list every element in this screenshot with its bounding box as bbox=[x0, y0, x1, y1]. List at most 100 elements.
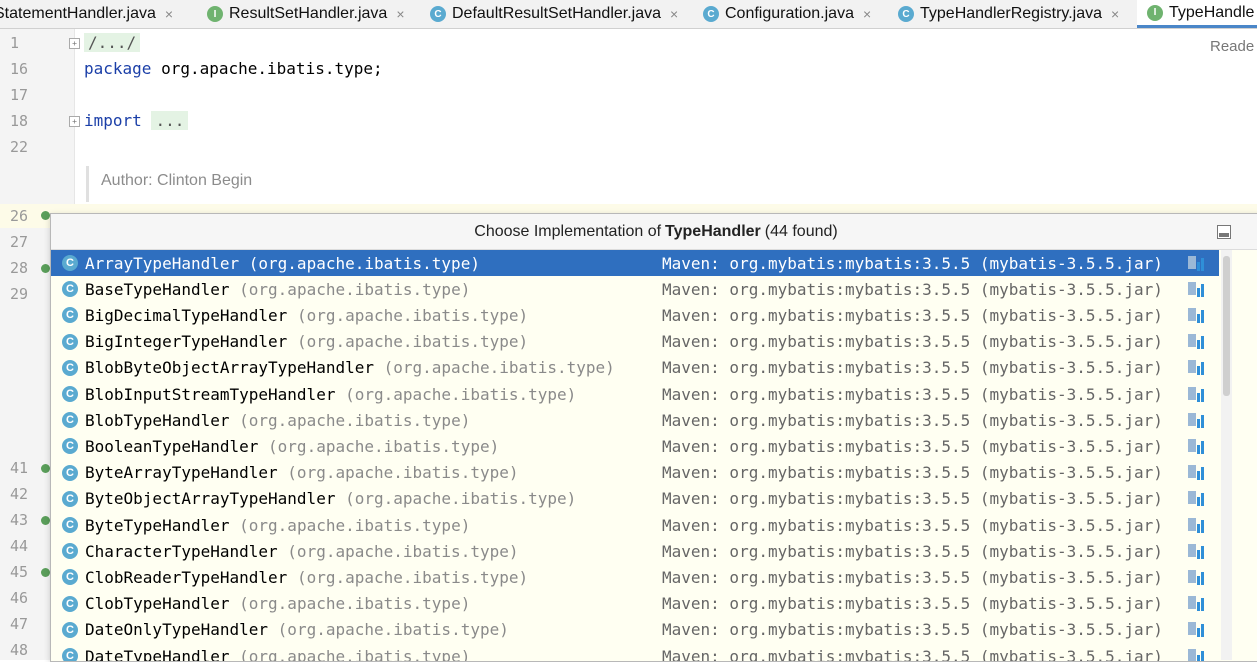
maven-source: Maven: org.mybatis:mybatis:3.5.5 (mybati… bbox=[662, 280, 1163, 299]
list-item[interactable]: C BigDecimalTypeHandler (org.apache.ibati… bbox=[51, 302, 1219, 328]
class-simple-name: BlobTypeHandler bbox=[85, 411, 230, 430]
class-simple-name: CharacterTypeHandler bbox=[85, 542, 278, 561]
list-item[interactable]: CDateTypeHandler (org.apache.ibatis.type… bbox=[51, 643, 1219, 662]
class-icon: C bbox=[62, 255, 78, 271]
scrollbar[interactable] bbox=[1221, 250, 1232, 660]
list-item[interactable]: CBaseTypeHandler (org.apache.ibatis.type… bbox=[51, 276, 1219, 302]
implemented-marker-icon[interactable] bbox=[41, 464, 50, 473]
library-jar-icon bbox=[1188, 413, 1206, 428]
class-icon: C bbox=[430, 6, 446, 22]
reader-mode-label[interactable]: Reade bbox=[1210, 38, 1254, 55]
class-icon: C bbox=[898, 6, 914, 22]
list-item[interactable]: CBooleanTypeHandler (org.apache.ibatis.t… bbox=[51, 433, 1219, 459]
keyword: package bbox=[84, 59, 151, 78]
line-number: 28 bbox=[10, 259, 34, 277]
class-name: ByteArrayTypeHandler (org.apache.ibatis.… bbox=[85, 463, 518, 482]
implemented-marker-icon[interactable] bbox=[41, 568, 50, 577]
list-item[interactable]: CDateOnlyTypeHandler (org.apache.ibatis.… bbox=[51, 617, 1219, 643]
list-item[interactable]: CByteArrayTypeHandler (org.apache.ibatis… bbox=[51, 460, 1219, 486]
tab-configuration[interactable]: C Configuration.java × bbox=[703, 0, 871, 28]
tab-statementhandler[interactable]: StatementHandler.java × bbox=[0, 0, 173, 28]
list-item[interactable]: CArrayTypeHandler (org.apache.ibatis.typ… bbox=[51, 250, 1219, 276]
class-name: ClobTypeHandler (org.apache.ibatis.type) bbox=[85, 594, 470, 613]
line-number: 29 bbox=[10, 285, 34, 303]
library-jar-icon bbox=[1188, 491, 1206, 506]
tab-resultsethandler[interactable]: I ResultSetHandler.java × bbox=[207, 0, 405, 28]
class-name: DateOnlyTypeHandler (org.apache.ibatis.t… bbox=[85, 620, 509, 639]
class-name: BigDecimalTypeHandler (org.apache.ibatis… bbox=[85, 306, 528, 325]
maven-source: Maven: org.mybatis:mybatis:3.5.5 (mybati… bbox=[662, 620, 1163, 639]
library-jar-icon bbox=[1188, 308, 1206, 323]
implemented-marker-icon[interactable] bbox=[41, 516, 50, 525]
class-package: (org.apache.ibatis.type) bbox=[287, 542, 518, 561]
class-simple-name: ByteArrayTypeHandler bbox=[85, 463, 278, 482]
class-name: BlobInputStreamTypeHandler (org.apache.i… bbox=[85, 385, 576, 404]
library-jar-icon bbox=[1188, 570, 1206, 585]
list-item[interactable]: CByteObjectArrayTypeHandler (org.apache.… bbox=[51, 486, 1219, 512]
list-item[interactable]: CCharacterTypeHandler (org.apache.ibatis… bbox=[51, 538, 1219, 564]
popup-title-prefix: Choose Implementation of bbox=[474, 223, 661, 241]
list-item[interactable]: CBlobByteObjectArrayTypeHandler (org.apa… bbox=[51, 355, 1219, 381]
close-icon[interactable]: × bbox=[165, 6, 173, 22]
maven-source: Maven: org.mybatis:mybatis:3.5.5 (mybati… bbox=[662, 332, 1163, 351]
class-package: (org.apache.ibatis.type) bbox=[297, 306, 528, 325]
class-icon: C bbox=[62, 569, 78, 585]
close-icon[interactable]: × bbox=[1111, 6, 1119, 22]
tab-defaultresultsethandler[interactable]: C DefaultResultSetHandler.java × bbox=[430, 0, 678, 28]
folded-comment[interactable]: /.../ bbox=[84, 33, 140, 52]
popup-title-count: (44 found) bbox=[765, 223, 838, 241]
tab-typehandler[interactable]: I TypeHandle bbox=[1137, 0, 1257, 28]
line-number: 26 bbox=[10, 207, 34, 225]
line-number: 42 bbox=[10, 485, 34, 503]
class-icon: C bbox=[62, 307, 78, 323]
pin-icon[interactable] bbox=[1217, 225, 1231, 239]
class-name: BigIntegerTypeHandler (org.apache.ibatis… bbox=[85, 332, 528, 351]
line-number: 41 bbox=[10, 459, 34, 477]
line-number: 48 bbox=[10, 641, 34, 659]
class-simple-name: ByteTypeHandler bbox=[85, 516, 230, 535]
tab-typehandlerregistry[interactable]: C TypeHandlerRegistry.java × bbox=[898, 0, 1119, 28]
class-name: BlobTypeHandler (org.apache.ibatis.type) bbox=[85, 411, 470, 430]
class-icon: C bbox=[62, 491, 78, 507]
line-number: 1 bbox=[10, 34, 34, 52]
close-icon[interactable]: × bbox=[396, 6, 404, 22]
list-item[interactable]: CClobReaderTypeHandler (org.apache.ibati… bbox=[51, 564, 1219, 590]
fold-toggle-icon[interactable]: + bbox=[69, 116, 80, 127]
line-number: 45 bbox=[10, 563, 34, 581]
list-item[interactable]: C ClobTypeHandler (org.apache.ibatis.type… bbox=[51, 591, 1219, 617]
close-icon[interactable]: × bbox=[863, 6, 871, 22]
library-jar-icon bbox=[1188, 282, 1206, 297]
maven-source: Maven: org.mybatis:mybatis:3.5.5 (mybati… bbox=[662, 594, 1163, 613]
line-number: 16 bbox=[10, 60, 34, 78]
list-item[interactable]: CBigIntegerTypeHandler (org.apache.ibati… bbox=[51, 329, 1219, 355]
fold-toggle-icon[interactable]: + bbox=[69, 38, 80, 49]
library-jar-icon bbox=[1188, 622, 1206, 637]
maven-source: Maven: org.mybatis:mybatis:3.5.5 (mybati… bbox=[662, 358, 1163, 377]
list-item[interactable]: CBlobTypeHandler (org.apache.ibatis.type… bbox=[51, 407, 1219, 433]
class-icon: C bbox=[703, 6, 719, 22]
implemented-marker-icon[interactable] bbox=[41, 211, 50, 220]
class-package: (org.apache.ibatis.type) bbox=[239, 516, 470, 535]
class-icon: C bbox=[62, 596, 78, 612]
class-package: (org.apache.ibatis.type) bbox=[345, 385, 576, 404]
list-item[interactable]: CByteTypeHandler (org.apache.ibatis.type… bbox=[51, 512, 1219, 538]
interface-icon: I bbox=[207, 6, 223, 22]
code-line-18: import ... bbox=[84, 111, 188, 130]
list-item[interactable]: CBlobInputStreamTypeHandler (org.apache.… bbox=[51, 381, 1219, 407]
class-icon: C bbox=[62, 438, 78, 454]
implemented-marker-icon[interactable] bbox=[41, 264, 50, 273]
scrollbar-thumb[interactable] bbox=[1223, 256, 1230, 396]
line-number: 47 bbox=[10, 615, 34, 633]
package-name: org.apache.ibatis.type; bbox=[151, 59, 382, 78]
maven-source: Maven: org.mybatis:mybatis:3.5.5 (mybati… bbox=[662, 437, 1163, 456]
class-simple-name: BlobInputStreamTypeHandler bbox=[85, 385, 335, 404]
maven-source: Maven: org.mybatis:mybatis:3.5.5 (mybati… bbox=[662, 411, 1163, 430]
maven-source: Maven: org.mybatis:mybatis:3.5.5 (mybati… bbox=[662, 542, 1163, 561]
folded-imports[interactable]: ... bbox=[151, 111, 188, 130]
library-jar-icon bbox=[1188, 465, 1206, 480]
line-number: 44 bbox=[10, 537, 34, 555]
library-jar-icon bbox=[1188, 256, 1206, 271]
maven-source: Maven: org.mybatis:mybatis:3.5.5 (mybati… bbox=[662, 568, 1163, 587]
line-number: 46 bbox=[10, 589, 34, 607]
close-icon[interactable]: × bbox=[670, 6, 678, 22]
